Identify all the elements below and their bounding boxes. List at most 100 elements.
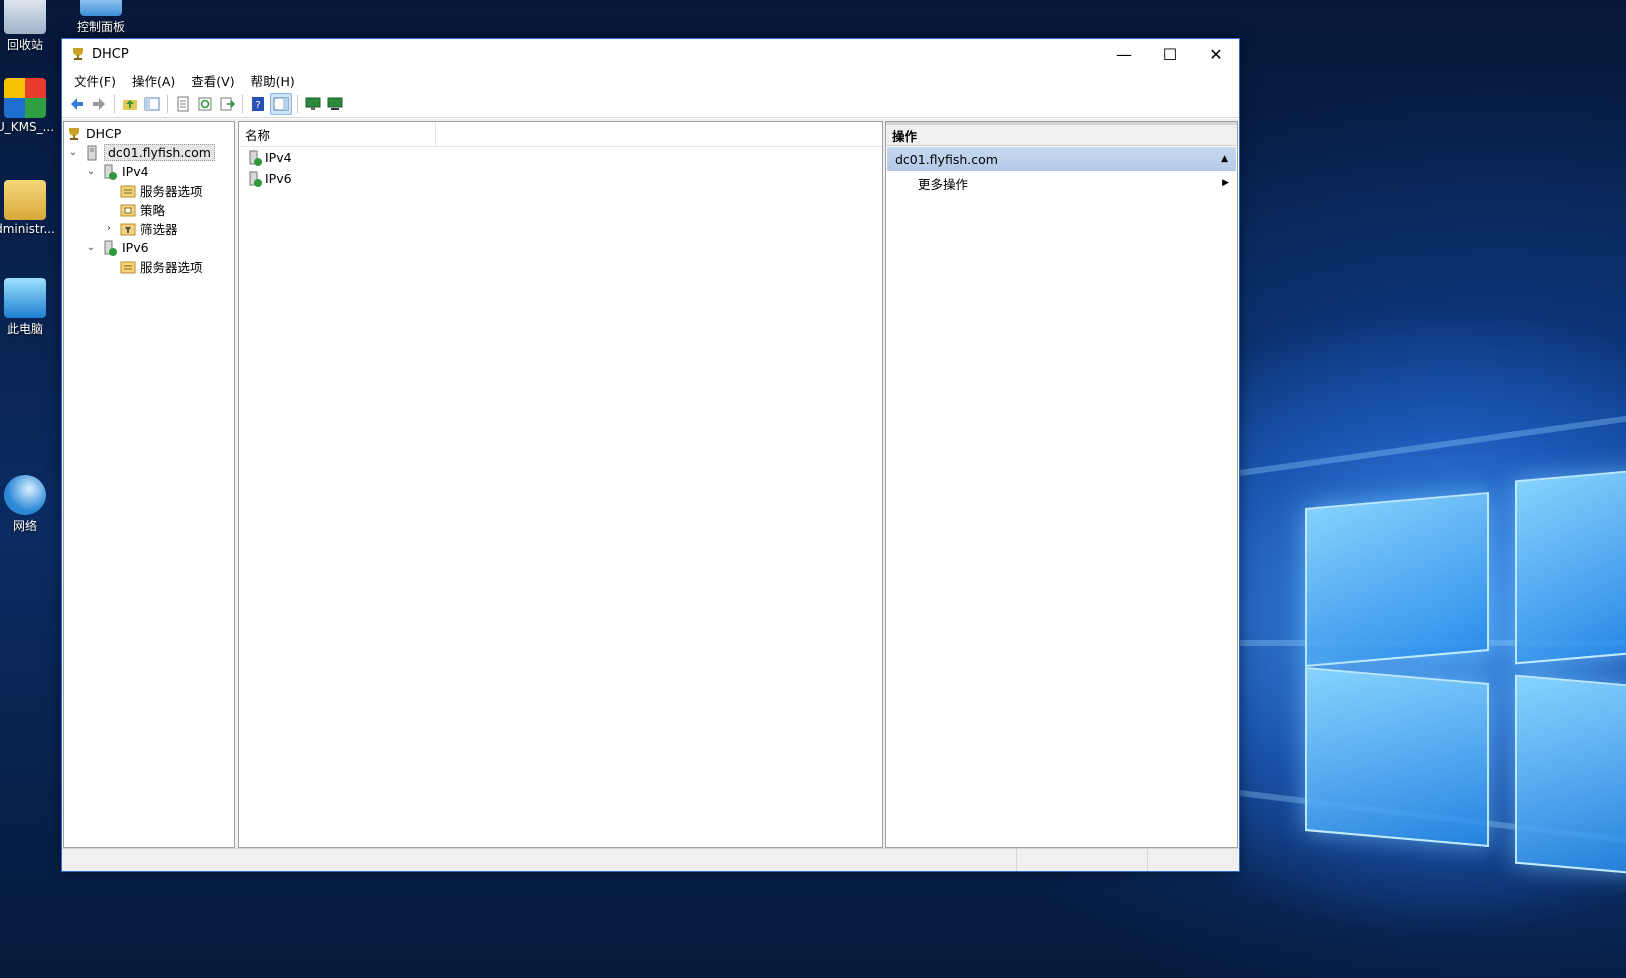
this-pc-icon — [4, 278, 46, 318]
menu-help[interactable]: 帮助(H) — [243, 71, 303, 90]
dhcp-window: DHCP — ☐ ✕ 文件(F) 操作(A) 查看(V) 帮助(H) ? DHC… — [61, 38, 1240, 872]
desktop-icon-network[interactable]: 网络 — [0, 475, 56, 534]
refresh-button[interactable] — [195, 94, 215, 114]
user-folder-icon — [4, 180, 46, 220]
ipv4-server-icon — [104, 164, 117, 180]
filters-icon — [120, 223, 136, 235]
desktop-icon-this-pc[interactable]: 此电脑 — [0, 278, 56, 337]
tree-node-label: DHCP — [86, 126, 122, 141]
ipv6-server-icon — [249, 171, 262, 187]
console-tree: DHCP ⌄ dc01.flyfish.com ⌄ IPv4 服务器选项 策略 — [63, 121, 235, 848]
maximize-button[interactable]: ☐ — [1147, 39, 1193, 69]
desktop-icon-control-panel[interactable]: 控制面板 — [70, 0, 132, 34]
export-list-icon — [220, 97, 235, 111]
submenu-arrow-icon: ▶ — [1222, 178, 1229, 188]
minimize-icon: — — [1116, 44, 1132, 64]
close-button[interactable]: ✕ — [1193, 39, 1239, 69]
action-group-server[interactable]: dc01.flyfish.com ▲ — [887, 147, 1236, 171]
toolbar-separator — [242, 95, 243, 113]
policies-icon — [120, 204, 136, 216]
forward-button[interactable] — [89, 94, 109, 114]
server-options-icon — [120, 185, 136, 197]
status-cell — [1148, 849, 1239, 871]
menu-action[interactable]: 操作(A) — [124, 71, 183, 90]
show-hide-tree-icon — [144, 97, 160, 111]
menu-view[interactable]: 查看(V) — [183, 71, 242, 90]
menu-bar: 文件(F) 操作(A) 查看(V) 帮助(H) — [62, 69, 1239, 91]
column-header-name[interactable]: 名称 — [239, 122, 436, 146]
chevron-down-icon[interactable]: ⌄ — [84, 166, 98, 177]
up-one-level-button[interactable] — [120, 94, 140, 114]
desktop-icon-label: dministr... — [0, 222, 55, 236]
properties-icon — [177, 96, 189, 112]
tree-node-label: 服务器选项 — [140, 184, 203, 199]
tree-node-dhcp[interactable]: DHCP — [66, 124, 121, 143]
title-bar[interactable]: DHCP — ☐ ✕ — [62, 39, 1239, 69]
collapse-up-icon[interactable]: ▲ — [1221, 154, 1228, 164]
windows-logo-pane — [1305, 666, 1489, 848]
desktop-icon-recycle-bin[interactable]: 回收站 — [0, 0, 56, 53]
tree-node-ipv6-server-options[interactable]: 服务器选项 — [120, 257, 203, 276]
kms-tool-icon — [4, 78, 46, 118]
chevron-down-icon[interactable]: ⌄ — [66, 147, 80, 158]
tree-node-policies[interactable]: 策略 — [120, 200, 165, 219]
windows-logo-pane — [1515, 469, 1626, 665]
forward-icon — [93, 98, 105, 110]
tree-node-label: 策略 — [140, 203, 166, 218]
desktop-icon-label: 回收站 — [6, 38, 43, 52]
export-list-button[interactable] — [217, 94, 237, 114]
control-panel-icon — [80, 0, 122, 16]
desktop-icon-kms[interactable]: U_KMS_... — [0, 78, 56, 134]
monitor-network-icon — [327, 97, 343, 110]
chevron-right-icon[interactable]: › — [102, 223, 116, 234]
tree-node-ipv4-server-options[interactable]: 服务器选项 — [120, 181, 203, 200]
toolbar: ? — [62, 91, 1239, 118]
svg-text:?: ? — [255, 100, 260, 111]
windows-logo-pane — [1305, 491, 1489, 668]
ipv6-server-icon — [104, 240, 117, 256]
action-pane-header: 操作 — [886, 122, 1237, 146]
chevron-down-icon[interactable]: ⌄ — [84, 242, 98, 253]
list-item-ipv6[interactable]: IPv6 — [239, 168, 882, 189]
show-hide-tree-button[interactable] — [142, 94, 162, 114]
console-content: DHCP ⌄ dc01.flyfish.com ⌄ IPv4 服务器选项 策略 — [62, 119, 1239, 849]
refresh-icon — [198, 97, 212, 111]
close-icon: ✕ — [1209, 44, 1223, 64]
minimize-button[interactable]: — — [1101, 39, 1147, 69]
back-icon — [71, 98, 83, 110]
monitor-button[interactable] — [303, 94, 323, 114]
desktop-icon-user-folder[interactable]: dministr... — [0, 180, 56, 236]
action-more-actions[interactable]: 更多操作 ▶ — [886, 172, 1237, 194]
toolbar-separator — [167, 95, 168, 113]
desktop-icon-label: U_KMS_... — [0, 120, 55, 134]
help-button[interactable]: ? — [248, 94, 268, 114]
show-hide-action-pane-button[interactable] — [270, 93, 292, 115]
list-item-ipv4[interactable]: IPv4 — [239, 147, 882, 168]
tree-node-filters[interactable]: › 筛选器 — [102, 219, 178, 238]
tree-node-ipv4[interactable]: ⌄ IPv4 — [84, 162, 149, 181]
tree-node-label: 筛选器 — [140, 222, 178, 237]
dhcp-trophy-icon — [73, 48, 83, 60]
toolbar-separator — [297, 95, 298, 113]
desktop-icon-label: 此电脑 — [6, 322, 43, 336]
dhcp-trophy-icon — [69, 127, 79, 140]
windows-logo-pane — [1515, 674, 1626, 875]
tree-node-server[interactable]: ⌄ dc01.flyfish.com — [66, 143, 215, 162]
monitor-icon — [305, 97, 321, 110]
menu-file[interactable]: 文件(F) — [66, 71, 124, 90]
server-icon — [87, 145, 97, 160]
tree-node-label: IPv4 — [122, 164, 149, 179]
properties-button[interactable] — [173, 94, 193, 114]
column-header-label: 名称 — [245, 127, 271, 143]
window-title: DHCP — [92, 46, 129, 62]
action-pane: 操作 dc01.flyfish.com ▲ 更多操作 ▶ — [885, 121, 1238, 848]
status-cell — [1017, 849, 1148, 871]
action-group-label: dc01.flyfish.com — [895, 151, 998, 167]
result-pane: 名称 IPv4 IPv6 — [238, 121, 883, 848]
back-button[interactable] — [67, 94, 87, 114]
show-hide-action-pane-icon — [273, 97, 289, 111]
monitor-network-button[interactable] — [325, 94, 345, 114]
tree-node-ipv6[interactable]: ⌄ IPv6 — [84, 238, 149, 257]
desktop-icon-label: 网络 — [12, 519, 37, 533]
list-item-label: IPv6 — [265, 171, 292, 186]
